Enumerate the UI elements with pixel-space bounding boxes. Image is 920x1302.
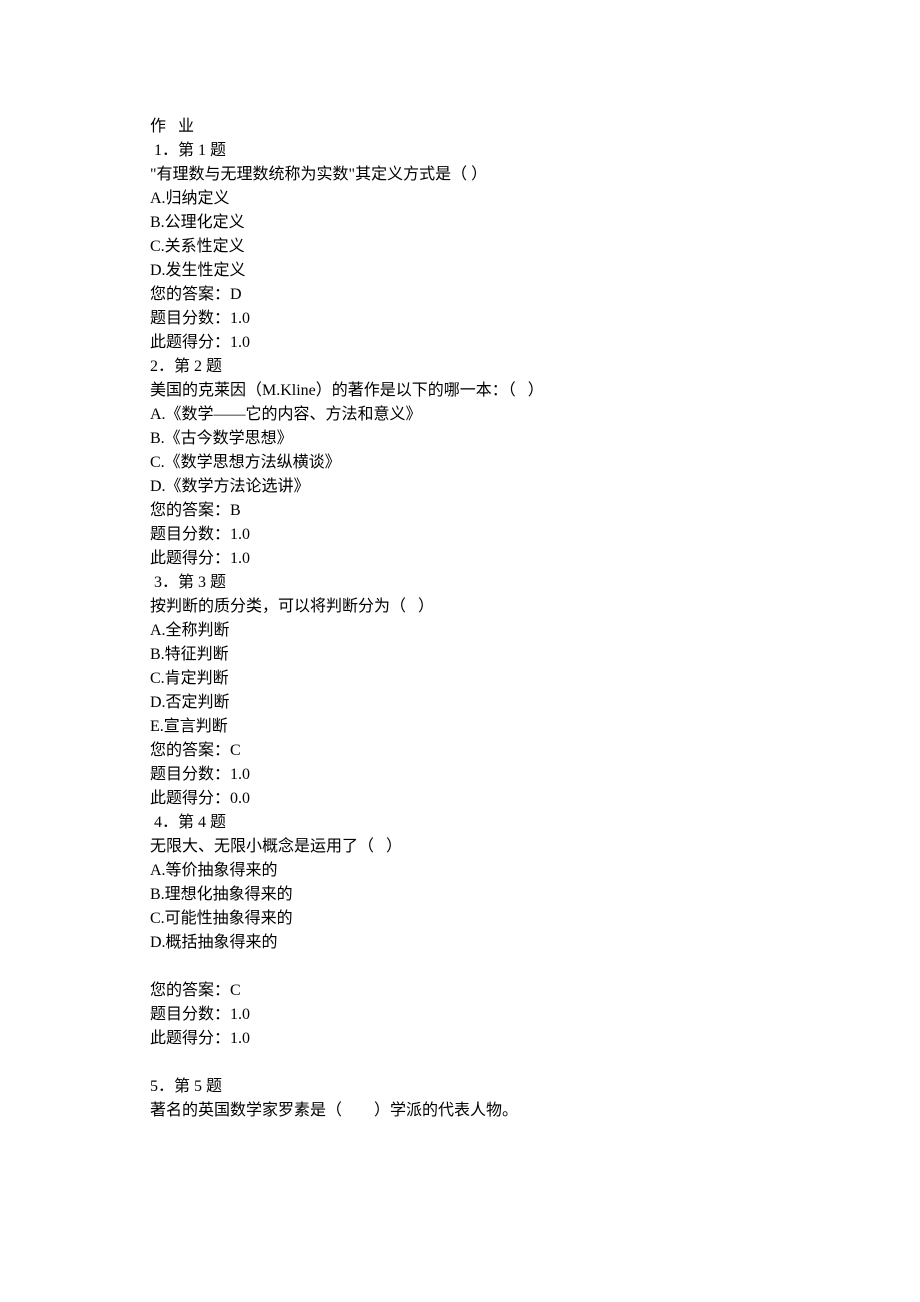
question-number: 4．第 4 题 (150, 811, 770, 835)
question-option: A.归纳定义 (150, 187, 770, 211)
question-option: D.发生性定义 (150, 259, 770, 283)
question-option: D.否定判断 (150, 691, 770, 715)
answer-line: 您的答案：C (150, 739, 770, 763)
answer-line: 您的答案：B (150, 499, 770, 523)
question-option: A.《数学——它的内容、方法和意义》 (150, 403, 770, 427)
question-option: B.特征判断 (150, 643, 770, 667)
got-line: 此题得分：1.0 (150, 547, 770, 571)
got-line: 此题得分：1.0 (150, 1027, 770, 1051)
question-option: E.宣言判断 (150, 715, 770, 739)
score-line: 题目分数：1.0 (150, 307, 770, 331)
question-option: B.理想化抽象得来的 (150, 883, 770, 907)
score-line: 题目分数：1.0 (150, 523, 770, 547)
question-option: D.概括抽象得来的 (150, 931, 770, 955)
question-number: 1．第 1 题 (150, 139, 770, 163)
answer-line: 您的答案：D (150, 283, 770, 307)
question-number: 5．第 5 题 (150, 1075, 770, 1099)
questions-container: 1．第 1 题"有理数与无理数统称为实数"其定义方式是（ ）A.归纳定义B.公理… (150, 139, 770, 1123)
score-line: 题目分数：1.0 (150, 763, 770, 787)
got-line: 此题得分：1.0 (150, 331, 770, 355)
question-option: D.《数学方法论选讲》 (150, 475, 770, 499)
question-prompt: 无限大、无限小概念是运用了（ ） (150, 835, 770, 859)
question-option: A.全称判断 (150, 619, 770, 643)
question-option: A.等价抽象得来的 (150, 859, 770, 883)
document-page: 作 业 1．第 1 题"有理数与无理数统称为实数"其定义方式是（ ）A.归纳定义… (0, 0, 920, 1302)
question-option: C.《数学思想方法纵横谈》 (150, 451, 770, 475)
question-option: C.肯定判断 (150, 667, 770, 691)
answer-line: 您的答案：C (150, 979, 770, 1003)
blank-line (150, 955, 770, 979)
got-line: 此题得分：0.0 (150, 787, 770, 811)
question-option: C.关系性定义 (150, 235, 770, 259)
question-prompt: 美国的克莱因（M.Kline）的著作是以下的哪一本：（ ） (150, 379, 770, 403)
question-option: B.公理化定义 (150, 211, 770, 235)
question-option: B.《古今数学思想》 (150, 427, 770, 451)
blank-line (150, 1051, 770, 1075)
question-prompt: 按判断的质分类，可以将判断分为（ ） (150, 595, 770, 619)
question-prompt: 著名的英国数学家罗素是（ ）学派的代表人物。 (150, 1099, 770, 1123)
header-line: 作 业 (150, 115, 770, 139)
score-line: 题目分数：1.0 (150, 1003, 770, 1027)
question-number: 2．第 2 题 (150, 355, 770, 379)
question-option: C.可能性抽象得来的 (150, 907, 770, 931)
question-prompt: "有理数与无理数统称为实数"其定义方式是（ ） (150, 163, 770, 187)
question-number: 3．第 3 题 (150, 571, 770, 595)
